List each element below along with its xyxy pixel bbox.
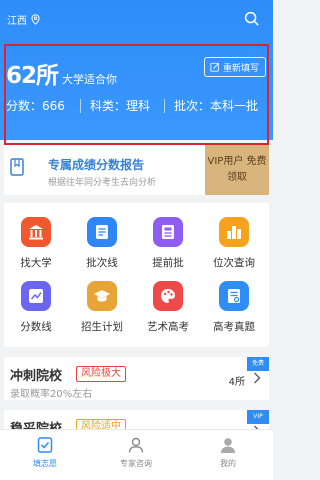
tool-label: 位次查询 [213, 257, 255, 269]
vip-claim-button[interactable]: VIP用户 免费 领取 [205, 145, 269, 195]
user-icon [221, 438, 235, 453]
tab-fill-application[interactable]: 填志愿 [15, 436, 75, 469]
highlight-box [4, 44, 269, 145]
tool-label: 艺术高考 [147, 321, 189, 333]
location-pin-icon [31, 14, 40, 25]
university-icon [21, 217, 51, 247]
report-subtitle: 根据往年同分考生去向分析 [48, 178, 157, 188]
risk-row-name: 冲刺院校 [10, 369, 63, 384]
tool-rank-query[interactable]: 位次查询 [206, 217, 262, 270]
tab-label: 我的 [220, 459, 236, 468]
risk-row-desc: 录取概率20%左右 [10, 389, 93, 400]
report-title: 专属成绩分数报告 [48, 158, 145, 172]
tool-art-exam[interactable]: 艺术高考 [140, 281, 196, 334]
vip-tag: VIP [247, 410, 269, 424]
tab-label: 专家咨询 [120, 459, 152, 468]
early-batch-icon [153, 217, 183, 247]
application-form-icon [37, 437, 53, 453]
bottom-tab-bar: 填志愿 专家咨询 我的 [0, 429, 273, 480]
tool-label: 提前批 [152, 257, 184, 269]
location-label: 江西 [7, 16, 27, 27]
tool-label: 找大学 [20, 257, 52, 269]
tab-profile[interactable]: 我的 [198, 436, 258, 469]
tool-find-university[interactable]: 找大学 [8, 217, 64, 270]
enrollment-plan-icon [87, 281, 117, 311]
tool-label: 分数线 [20, 321, 52, 333]
tool-label: 高考真题 [213, 321, 255, 333]
tab-expert-consult[interactable]: 专家咨询 [106, 436, 166, 469]
vip-claim-line2: 领取 [227, 172, 247, 183]
tool-early-batch[interactable]: 提前批 [140, 217, 196, 270]
location-selector[interactable]: 江西 [7, 12, 40, 27]
rank-query-icon [219, 217, 249, 247]
tool-batch-line[interactable]: 批次线 [74, 217, 130, 270]
score-report-card[interactable]: 专属成绩分数报告 根据往年同分考生去向分析 VIP用户 免费 领取 [4, 145, 269, 195]
art-exam-icon [153, 281, 183, 311]
batch-line-icon [87, 217, 117, 247]
score-line-icon [21, 281, 51, 311]
risk-row-count: 4所 [228, 377, 245, 388]
tool-label: 批次线 [86, 257, 118, 269]
vip-claim-line1: VIP用户 免费 [207, 156, 267, 167]
exam-papers-icon [219, 281, 249, 311]
top-bar: 江西 [0, 0, 273, 38]
search-icon[interactable] [244, 11, 259, 26]
tool-label: 招生计划 [81, 321, 123, 333]
tool-score-line[interactable]: 分数线 [8, 281, 64, 334]
expert-icon [128, 437, 144, 453]
free-tag: 免费 [247, 357, 269, 371]
book-icon [10, 158, 24, 176]
tool-exam-papers[interactable]: 高考真题 [206, 281, 262, 334]
tool-enrollment-plan[interactable]: 招生计划 [74, 281, 130, 334]
risk-row-reach[interactable]: 冲刺院校 风险极大 录取概率20%左右 4所 免费 [4, 357, 269, 400]
chevron-right-icon [253, 372, 261, 384]
tab-label: 填志愿 [33, 459, 57, 468]
tools-grid: 找大学 批次线 提前批 位次查询 分数线 招生计划 艺术高考 高考真题 [4, 203, 269, 347]
risk-badge: 风险极大 [76, 366, 126, 382]
